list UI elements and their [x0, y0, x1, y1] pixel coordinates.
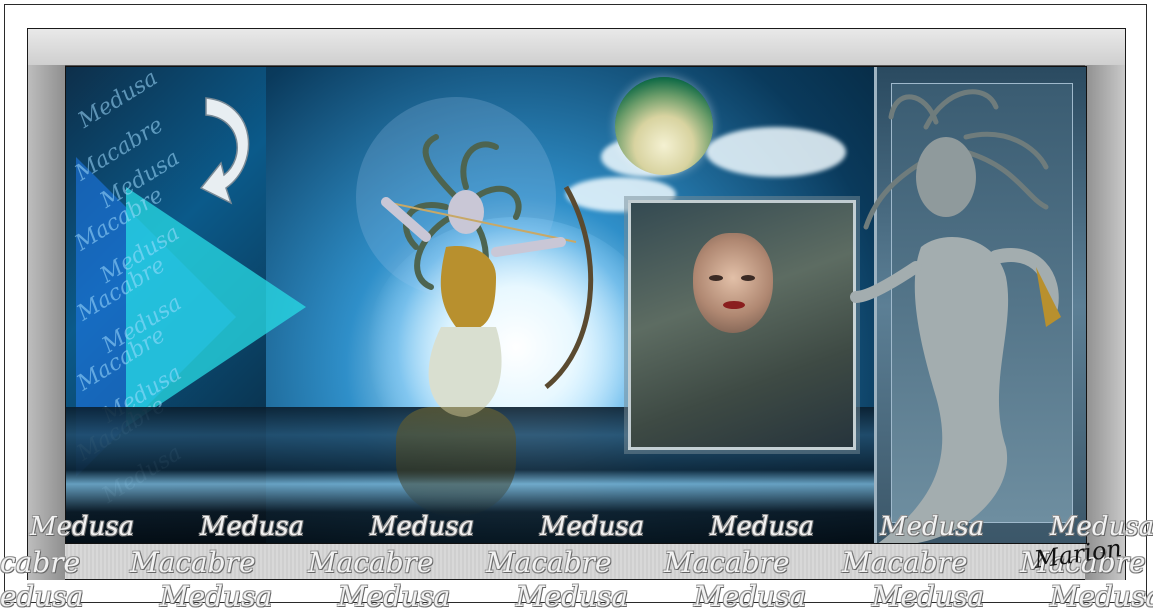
portrait-eye: [709, 275, 723, 281]
cloud: [706, 127, 846, 177]
portrait-lips: [723, 301, 745, 309]
wm-bottom-word: Macabre: [486, 546, 612, 579]
wm-bottom-word: Medusa: [694, 580, 807, 613]
wm-bottom-word: Macabre: [842, 546, 968, 579]
portrait-frame: [628, 200, 856, 450]
bottom-watermark-row-2: cabre Macabre Macabre Macabre Macabre Macabre…: [0, 546, 1153, 579]
wm-bottom-word: Medusa: [200, 512, 305, 542]
frame-left-strip: [28, 65, 65, 580]
archer-medusa-figure: [346, 127, 606, 427]
wm-bottom-word: Macabre: [308, 546, 434, 579]
wm-bottom-word: Medusa: [30, 512, 135, 542]
wm-bottom-word: Medusa: [160, 580, 273, 613]
frame-right-strip: [1085, 65, 1125, 580]
bottom-watermark-row-3: edusa Medusa Medusa Medusa Medusa Medusa Medus…: [0, 580, 1153, 613]
wm-bottom-word: Medusa: [880, 512, 985, 542]
wm-bottom-word: edusa: [0, 580, 84, 613]
wm-bottom-word: Medusa: [516, 580, 629, 613]
wm-bottom-word: Macabre: [130, 546, 256, 579]
artwork-scene: Medusa Macabre Medusa Macabre Medusa Mac…: [65, 66, 1087, 544]
wm-bottom-word: Medusa: [872, 580, 985, 613]
wm-bottom-word: Medusa: [1050, 580, 1153, 613]
frame-top-strip: [28, 29, 1125, 66]
figure-reflection: [396, 407, 516, 517]
wm-bottom-word: Medusa: [710, 512, 815, 542]
planet-moon: [615, 77, 713, 175]
curved-arrow-icon: [199, 97, 250, 205]
wm-bottom-word: Macabre: [664, 546, 790, 579]
standing-medusa-figure: [836, 67, 1086, 543]
wm-bottom-word: Medusa: [338, 580, 451, 613]
portrait-eye: [741, 275, 755, 281]
wm-bottom-word: Medusa: [540, 512, 645, 542]
wm-bottom-word: cabre: [0, 546, 81, 579]
portrait-face: [693, 233, 773, 333]
wm-bottom-word: Medusa: [370, 512, 475, 542]
bottom-watermark-row-1: Medusa Medusa Medusa Medusa Medusa Medusa Medu…: [0, 512, 1153, 542]
